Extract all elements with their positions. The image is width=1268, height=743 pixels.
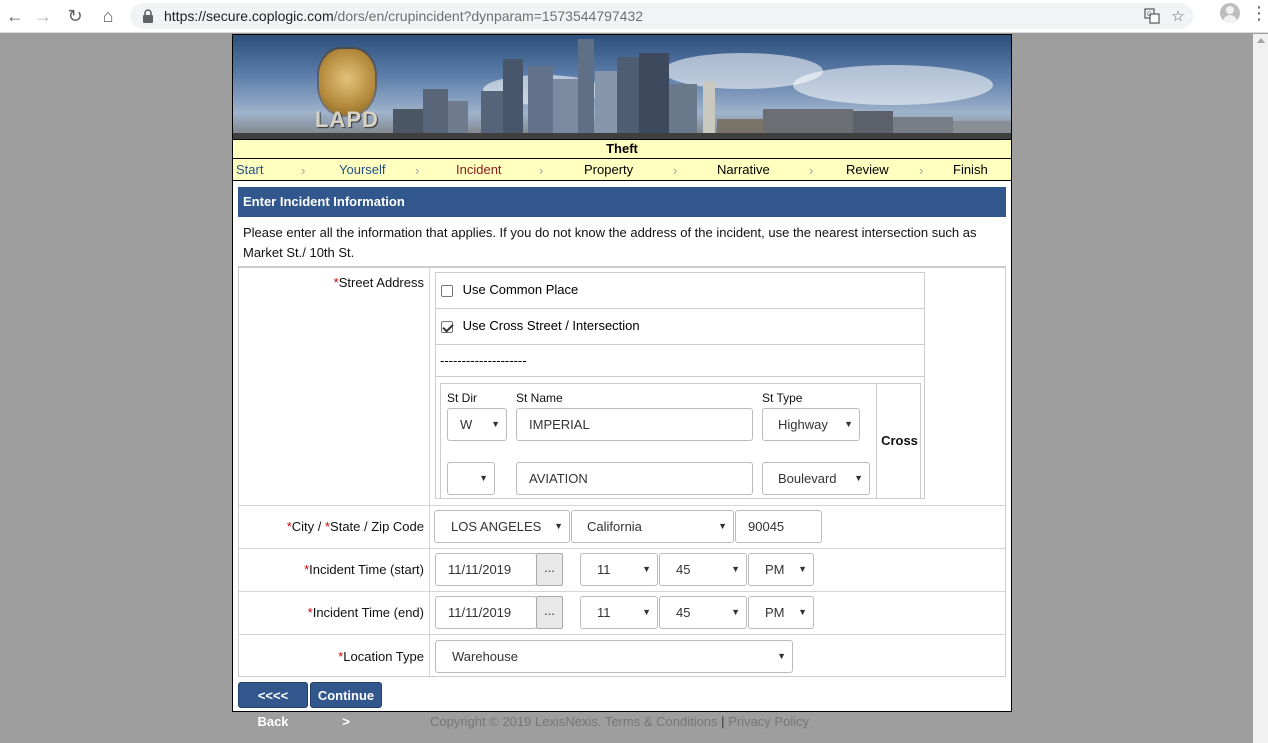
url-path: /dors/en/crupincident?dynparam=157354479… bbox=[333, 8, 644, 24]
forward-icon[interactable]: → bbox=[28, 1, 58, 31]
street2-dir-select[interactable]: ▼ bbox=[447, 462, 495, 495]
city-state-zip-row: *City / *State / Zip Code LOS ANGELES ▼ C… bbox=[239, 506, 1005, 549]
street1-dir-select[interactable]: W ▼ bbox=[447, 408, 507, 441]
home-icon[interactable]: ⌂ bbox=[93, 1, 123, 31]
lapd-logo-text: LAPD bbox=[315, 107, 379, 132]
start-ampm-select[interactable]: PM ▼ bbox=[748, 553, 814, 586]
start-date-picker-button[interactable]: ... bbox=[536, 553, 563, 586]
incident-form: *Street Address Use Common Place Use Cro… bbox=[238, 266, 1006, 678]
step-review: Review bbox=[846, 162, 889, 177]
progress-steps: Start › Yourself › Incident › Property ›… bbox=[233, 159, 1011, 181]
lock-icon bbox=[142, 9, 156, 23]
location-type-row: *Location Type Warehouse ▼ bbox=[239, 635, 1005, 678]
end-hour-select[interactable]: 11 ▼ bbox=[580, 596, 658, 629]
page-title: Theft bbox=[233, 139, 1011, 159]
street-address-row: *Street Address Use Common Place Use Cro… bbox=[239, 268, 1005, 506]
st-type-header: St Type bbox=[762, 391, 803, 405]
end-minute-select[interactable]: 45 ▼ bbox=[659, 596, 747, 629]
common-place-option[interactable]: Use Common Place bbox=[436, 273, 924, 309]
privacy-link[interactable]: Privacy Policy bbox=[728, 714, 809, 729]
incident-end-label: *Incident Time (end) bbox=[239, 592, 430, 634]
step-start[interactable]: Start bbox=[236, 162, 263, 177]
use-common-place-checkbox[interactable] bbox=[441, 284, 453, 297]
end-ampm-select[interactable]: PM ▼ bbox=[748, 596, 814, 629]
street2-name-input[interactable]: AVIATION bbox=[516, 462, 753, 495]
incident-end-row: *Incident Time (end) 11/11/2019 ... 11 ▼ … bbox=[239, 592, 1005, 635]
lapd-badge-logo bbox=[319, 49, 375, 115]
st-dir-header: St Dir bbox=[447, 391, 477, 405]
lapd-banner: LAPD bbox=[233, 35, 1011, 139]
end-date-input[interactable]: 11/11/2019 bbox=[435, 596, 537, 629]
street1-type-select[interactable]: Highway ▼ bbox=[762, 408, 860, 441]
chevron-right-icon: › bbox=[919, 163, 924, 178]
cross-label: Cross bbox=[876, 384, 922, 498]
cross-street-option[interactable]: Use Cross Street / Intersection bbox=[436, 309, 924, 345]
step-property: Property bbox=[584, 162, 634, 177]
terms-link[interactable]: Terms & Conditions bbox=[605, 714, 718, 729]
avatar-icon[interactable] bbox=[1220, 3, 1240, 23]
footer-separator: | bbox=[721, 714, 725, 729]
city-state-zip-label: *City / *State / Zip Code bbox=[239, 506, 430, 548]
start-minute-select[interactable]: 45 ▼ bbox=[659, 553, 747, 586]
svg-text:G: G bbox=[1147, 11, 1152, 18]
reload-icon[interactable]: ↻ bbox=[60, 1, 90, 31]
location-type-select[interactable]: Warehouse ▼ bbox=[435, 640, 793, 673]
main-content: LAPD Theft Start › Yourself › Incident ›… bbox=[232, 34, 1012, 729]
step-yourself[interactable]: Yourself bbox=[339, 162, 386, 177]
chevron-right-icon: › bbox=[673, 163, 678, 178]
continue-button[interactable]: Continue > bbox=[310, 682, 382, 729]
menu-icon[interactable]: ⋮ bbox=[1250, 4, 1268, 22]
section-title: Enter Incident Information bbox=[238, 187, 1006, 217]
chevron-right-icon: › bbox=[415, 163, 420, 178]
use-cross-street-label: Use Cross Street / Intersection bbox=[462, 318, 640, 333]
browser-toolbar: ← → ↻ ⌂ https://secure.coplogic.com/dors… bbox=[0, 0, 1268, 33]
address-bar[interactable]: https://secure.coplogic.com/dors/en/crup… bbox=[130, 3, 1193, 29]
back-icon[interactable]: ← bbox=[0, 1, 30, 31]
copyright-text: Copyright © 2019 LexisNexis. bbox=[430, 714, 602, 729]
incident-start-row: *Incident Time (start) 11/11/2019 ... 11… bbox=[239, 549, 1005, 592]
page-scrollbar[interactable] bbox=[1253, 34, 1268, 743]
incident-start-label: *Incident Time (start) bbox=[239, 549, 430, 591]
step-narrative: Narrative bbox=[717, 162, 770, 177]
state-select[interactable]: California ▼ bbox=[571, 510, 734, 543]
city-select[interactable]: LOS ANGELES ▼ bbox=[434, 510, 570, 543]
use-cross-street-checkbox[interactable] bbox=[441, 320, 453, 333]
url-host: https://secure.coplogic.com bbox=[164, 8, 334, 24]
use-common-place-label: Use Common Place bbox=[462, 282, 579, 297]
footer: Copyright © 2019 LexisNexis. Terms & Con… bbox=[430, 714, 809, 729]
street1-name-input[interactable]: IMPERIAL bbox=[516, 408, 753, 441]
start-date-input[interactable]: 11/11/2019 bbox=[435, 553, 537, 586]
step-incident: Incident bbox=[456, 162, 502, 177]
step-finish: Finish bbox=[953, 162, 988, 177]
instructions-text: Please enter all the information that ap… bbox=[243, 225, 977, 260]
location-type-label: *Location Type bbox=[239, 635, 430, 678]
chevron-right-icon: › bbox=[809, 163, 814, 178]
back-button[interactable]: <<<< Back bbox=[238, 682, 308, 729]
street2-type-select[interactable]: Boulevard ▼ bbox=[762, 462, 870, 495]
st-name-header: St Name bbox=[516, 391, 563, 405]
chevron-right-icon: › bbox=[539, 163, 544, 178]
chevron-right-icon: › bbox=[301, 163, 306, 178]
end-date-picker-button[interactable]: ... bbox=[536, 596, 563, 629]
divider-text: -------------------- bbox=[436, 345, 924, 377]
street-address-box: Use Common Place Use Cross Street / Inte… bbox=[435, 272, 925, 499]
street-address-label: *Street Address bbox=[239, 268, 430, 505]
translate-icon[interactable]: G bbox=[1143, 7, 1161, 25]
start-hour-select[interactable]: 11 ▼ bbox=[580, 553, 658, 586]
zip-input[interactable]: 90045 bbox=[735, 510, 822, 543]
cross-street-table: St Dir St Name St Type W ▼ IMPERIAL Highw… bbox=[440, 383, 921, 499]
star-icon[interactable]: ☆ bbox=[1169, 7, 1187, 25]
